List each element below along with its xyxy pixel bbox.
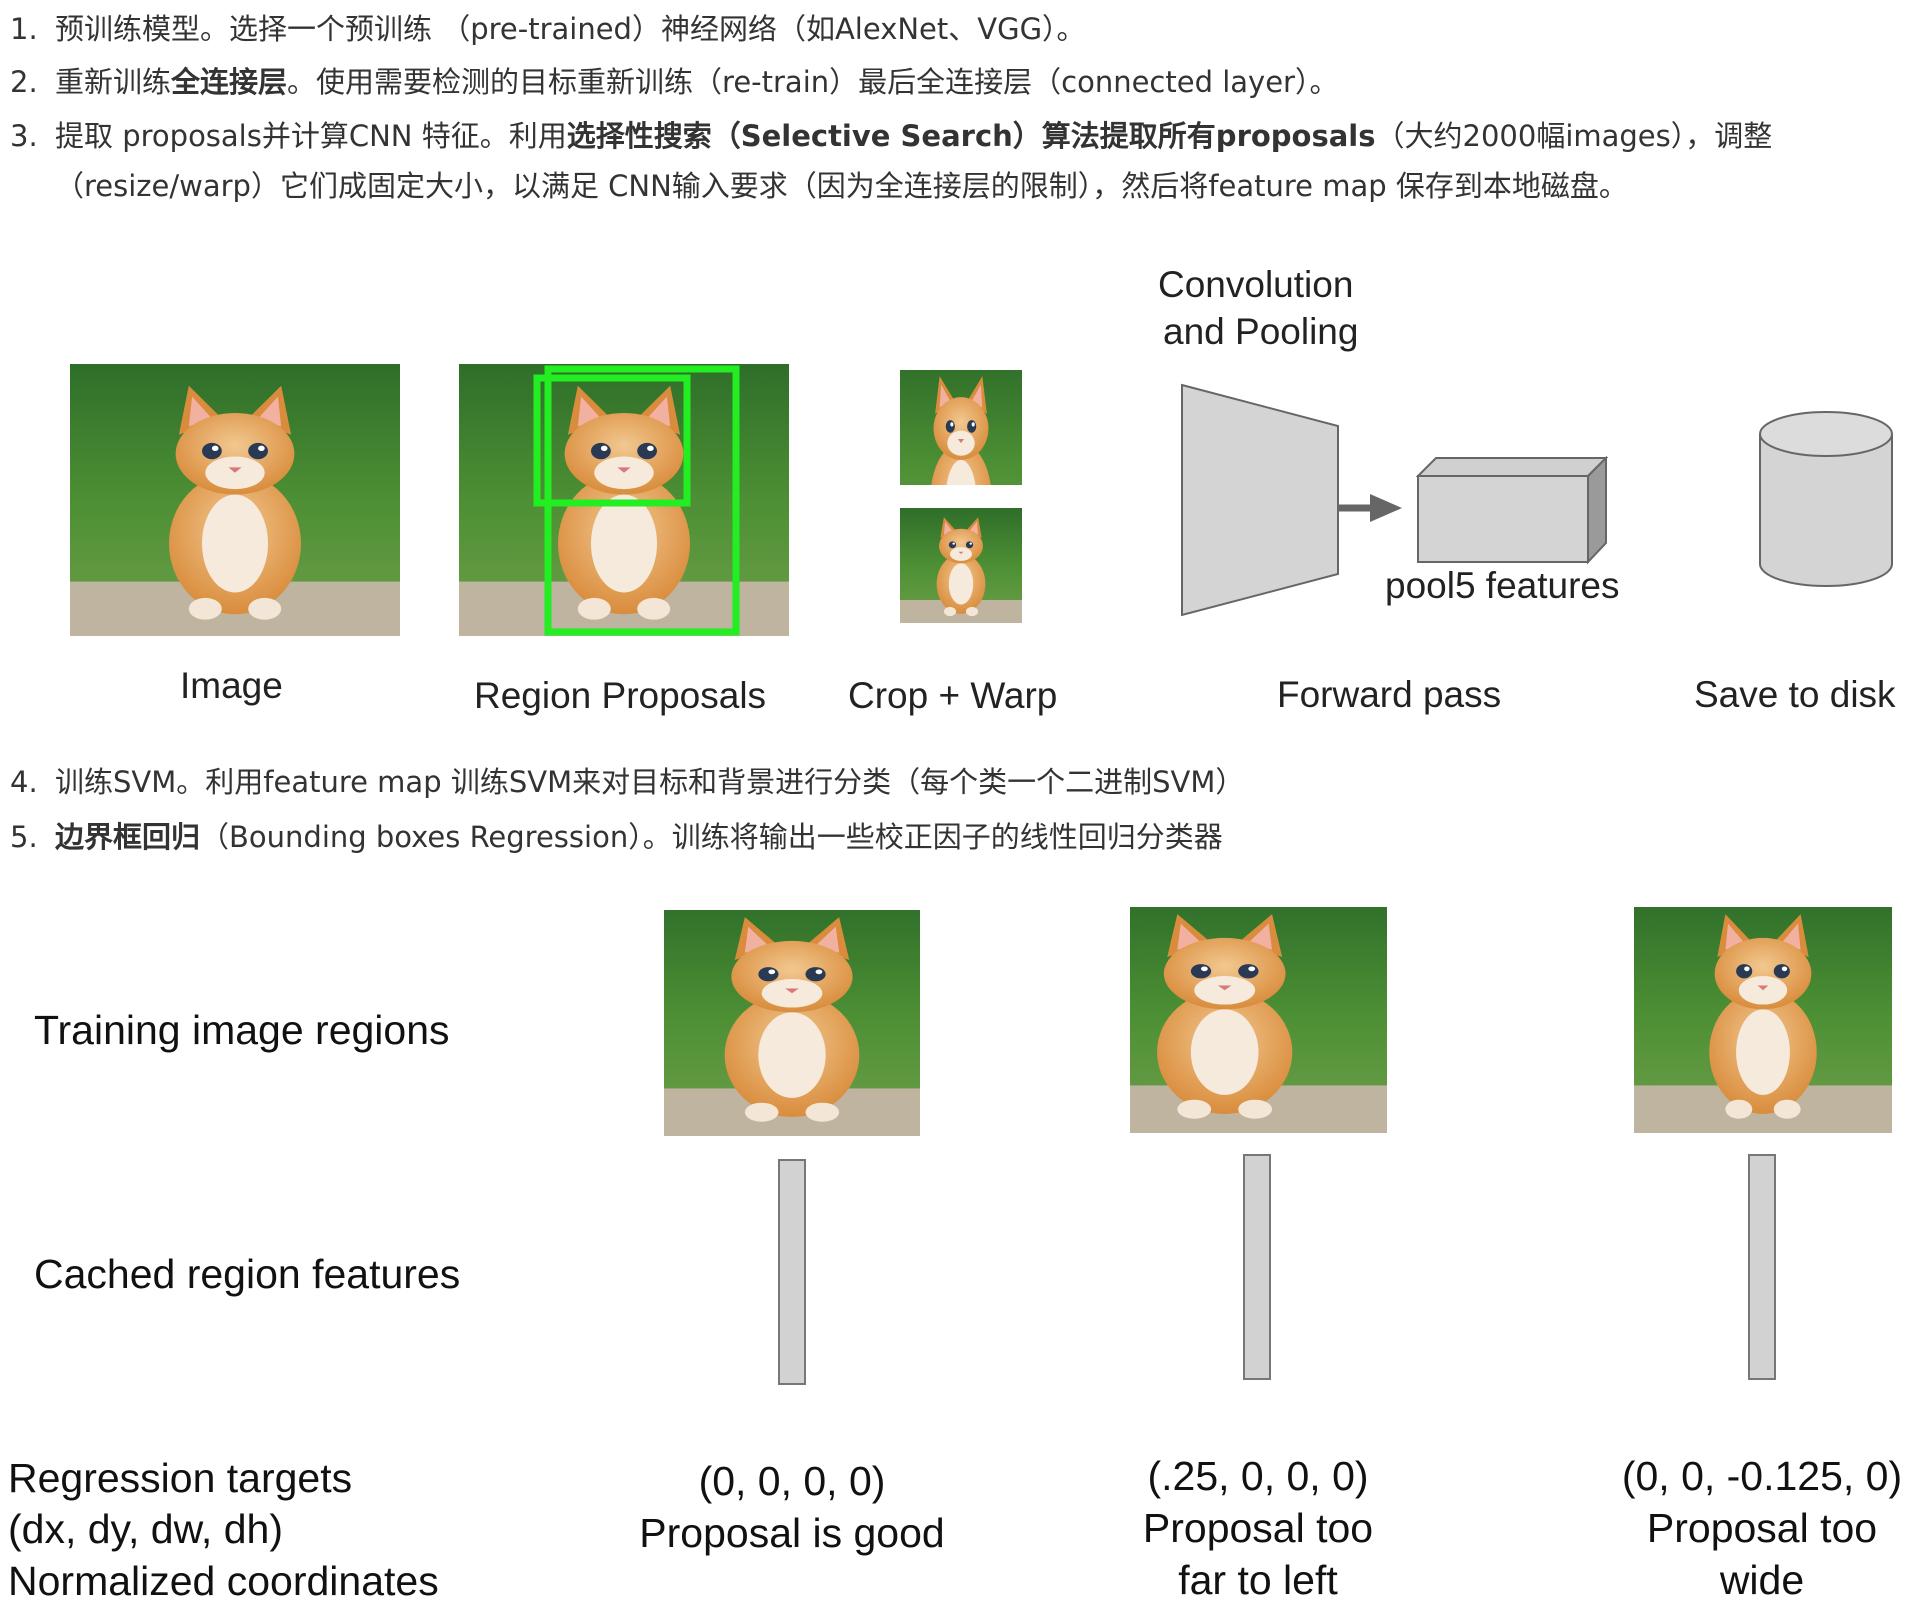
step-number: 2. bbox=[10, 65, 38, 99]
conv-title-line1: Convolution bbox=[1158, 264, 1354, 305]
step-4: 4. 训练SVM。利用feature map 训练SVM来对目标和背景进行分类（… bbox=[10, 757, 1244, 807]
target-good: (0, 0, 0, 0) bbox=[698, 1458, 886, 1504]
caption-image: Image bbox=[180, 665, 283, 706]
feature-box-top bbox=[1415, 457, 1609, 477]
step-text-bold: 全连接层 bbox=[171, 65, 288, 99]
caption-forward-pass: Forward pass bbox=[1277, 674, 1502, 715]
step-number: 1. bbox=[10, 12, 38, 46]
step-text-bold: 边界框回归 bbox=[55, 820, 201, 854]
pool5-features-label: pool5 features bbox=[1385, 565, 1620, 606]
step-2: 2. 重新训练全连接层。使用需要检测的目标重新训练（re-train）最后全连接… bbox=[10, 57, 1338, 107]
conv-trapezoid bbox=[1181, 383, 1339, 617]
desc-wide-line2: wide bbox=[1719, 1557, 1805, 1603]
target-wide: (0, 0, -0.125, 0) bbox=[1621, 1453, 1903, 1499]
row-label-regression-2: (dx, dy, dw, dh) bbox=[8, 1506, 283, 1552]
desc-left-line1: Proposal too bbox=[1142, 1505, 1374, 1551]
step-text-run: 重新训练 bbox=[55, 65, 172, 99]
caption-crop-warp: Crop + Warp bbox=[848, 675, 1058, 716]
proposal-box-head bbox=[533, 374, 691, 507]
row-label-training-regions: Training image regions bbox=[34, 1007, 450, 1053]
step-text-run: 预训练模型。选择一个预训练 （pre-trained）神经网络（如AlexNet… bbox=[55, 12, 1086, 46]
feature-bar-wide bbox=[1748, 1154, 1776, 1380]
step-text-run: （Bounding boxes Regression）。训练将输出一些校正因子的… bbox=[200, 820, 1223, 854]
desc-good: Proposal is good bbox=[639, 1510, 945, 1556]
training-region-wide bbox=[1634, 907, 1892, 1133]
step-number: 5. bbox=[10, 820, 38, 854]
step-text-bold: 选择性搜索（Selective Search）算法提取所有proposals bbox=[566, 119, 1376, 153]
step-text-run: 训练SVM。利用feature map 训练SVM来对目标和背景进行分类（每个类… bbox=[55, 765, 1245, 799]
feature-bar-good bbox=[778, 1159, 806, 1385]
forward-arrow-head bbox=[1370, 494, 1402, 522]
step-number: 3. bbox=[10, 119, 38, 153]
step-1: 1. 预训练模型。选择一个预训练 （pre-trained）神经网络（如Alex… bbox=[10, 4, 1086, 54]
training-region-left bbox=[1130, 907, 1387, 1133]
feature-bar-left bbox=[1243, 1154, 1271, 1380]
row-label-regression-1: Regression targets bbox=[8, 1455, 353, 1501]
step-text: 边界框回归（Bounding boxes Regression）。训练将输出一些… bbox=[55, 812, 1223, 862]
feature-box-side bbox=[1587, 455, 1607, 565]
desc-wide-line1: Proposal too bbox=[1646, 1505, 1878, 1551]
step-text-run: 。使用需要检测的目标重新训练（re-train）最后全连接层（connected… bbox=[287, 65, 1339, 99]
step-3: 3. 提取 proposals并计算CNN 特征。利用选择性搜索（Selecti… bbox=[10, 111, 1772, 203]
proposal-boxes bbox=[533, 365, 740, 636]
row-label-cached-features: Cached region features bbox=[34, 1251, 461, 1297]
step-text: 训练SVM。利用feature map 训练SVM来对目标和背景进行分类（每个类… bbox=[55, 757, 1244, 807]
step-text: 重新训练全连接层。使用需要检测的目标重新训练（re-train）最后全连接层（c… bbox=[55, 57, 1338, 107]
step-number: 4. bbox=[10, 765, 38, 799]
caption-save-to-disk: Save to disk bbox=[1694, 674, 1896, 715]
feature-box-front bbox=[1417, 475, 1589, 563]
target-left: (.25, 0, 0, 0) bbox=[1147, 1453, 1369, 1499]
step-text: 提取 proposals并计算CNN 特征。利用选择性搜索（Selective … bbox=[55, 111, 1895, 211]
step-text: 预训练模型。选择一个预训练 （pre-trained）神经网络（如AlexNet… bbox=[55, 4, 1086, 54]
conv-title-line2: and Pooling bbox=[1163, 311, 1359, 352]
caption-region-proposals: Region Proposals bbox=[474, 675, 767, 716]
input-image bbox=[70, 364, 400, 636]
warped-crop-body bbox=[900, 508, 1022, 623]
disk-cylinder-icon bbox=[1759, 411, 1893, 587]
training-region-good bbox=[664, 910, 920, 1136]
step-text-run: 提取 proposals并计算CNN 特征。利用 bbox=[55, 119, 567, 153]
step-5: 5. 边界框回归（Bounding boxes Regression）。训练将输… bbox=[10, 812, 1223, 862]
warped-crop-head bbox=[900, 370, 1022, 485]
row-label-regression-3: Normalized coordinates bbox=[8, 1558, 439, 1604]
desc-left-line2: far to left bbox=[1178, 1557, 1338, 1603]
